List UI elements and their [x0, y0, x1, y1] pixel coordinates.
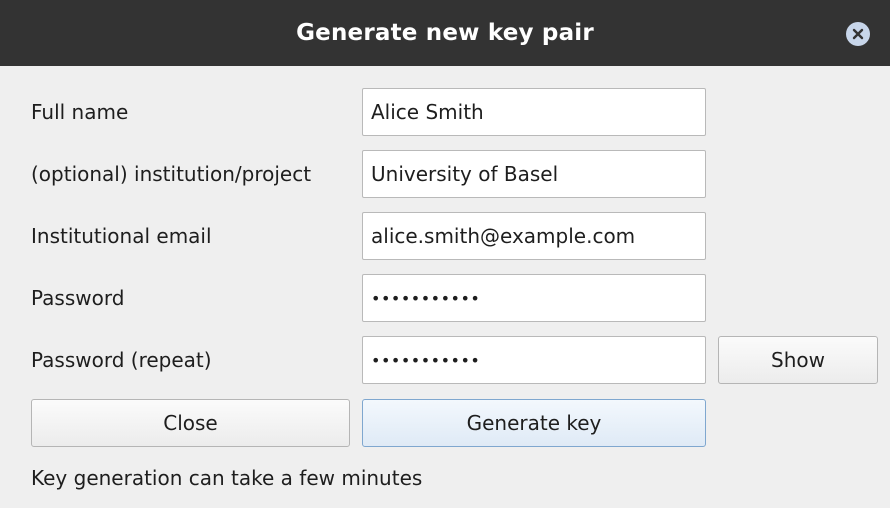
- password-label: Password: [31, 286, 125, 310]
- password-repeat-field[interactable]: [362, 336, 706, 384]
- institution-field[interactable]: [362, 150, 706, 198]
- password-field[interactable]: [362, 274, 706, 322]
- key-pair-dialog: Generate new key pair Full name (optiona…: [0, 0, 890, 508]
- close-x-glyph: [852, 28, 864, 40]
- password-repeat-label: Password (repeat): [31, 348, 212, 372]
- full-name-label: Full name: [31, 100, 129, 124]
- generate-key-button[interactable]: Generate key: [362, 399, 706, 447]
- close-circle-icon[interactable]: [846, 22, 870, 46]
- show-password-button[interactable]: Show: [718, 336, 878, 384]
- full-name-field[interactable]: [362, 88, 706, 136]
- status-text: Key generation can take a few minutes: [31, 466, 423, 490]
- institution-label: (optional) institution/project: [31, 162, 312, 186]
- email-label: Institutional email: [31, 224, 212, 248]
- title-bar: Generate new key pair: [0, 0, 890, 66]
- window-title: Generate new key pair: [296, 20, 594, 46]
- email-field[interactable]: [362, 212, 706, 260]
- close-button[interactable]: Close: [31, 399, 350, 447]
